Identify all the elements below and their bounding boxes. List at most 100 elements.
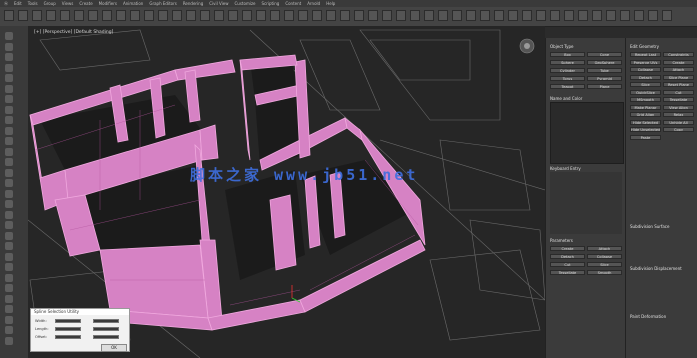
dialog-ok-button[interactable]: OK	[101, 344, 127, 352]
toolbar-button[interactable]	[340, 10, 350, 21]
toolbar-button[interactable]	[620, 10, 630, 21]
object-type-button[interactable]: Torus	[550, 76, 585, 81]
toolbar-button[interactable]	[102, 10, 112, 21]
edit-poly-button[interactable]: Detach	[550, 254, 585, 259]
tool-icon[interactable]	[5, 305, 13, 313]
toolbar-button[interactable]	[200, 10, 210, 21]
dialog-field[interactable]	[93, 335, 119, 339]
tool-icon[interactable]	[5, 273, 13, 282]
edit-geometry-button[interactable]: Detach	[630, 74, 661, 80]
edit-geometry-button[interactable]: Slice	[630, 82, 661, 87]
tool-icon[interactable]	[5, 95, 13, 103]
edit-geometry-button[interactable]: Collapse	[630, 67, 661, 72]
edit-geometry-button[interactable]: Preserve UVs	[630, 59, 661, 65]
viewport-label[interactable]: [+] [Perspective] [Default Shading]	[34, 30, 113, 35]
menu-item[interactable]: Animation	[123, 1, 143, 6]
menu-item[interactable]: Graph Editors	[149, 1, 176, 6]
edit-geometry-button[interactable]: Repeat Last	[630, 52, 661, 57]
object-type-button[interactable]: Sphere	[550, 60, 585, 65]
tool-icon[interactable]	[5, 74, 13, 82]
tool-icon[interactable]	[5, 326, 13, 334]
toolbar-button[interactable]	[354, 10, 364, 21]
menu-item[interactable]: Help	[326, 1, 335, 6]
edit-poly-button[interactable]: Attach	[587, 246, 622, 251]
object-type-button[interactable]: Tube	[587, 68, 622, 73]
tool-icon[interactable]	[5, 221, 13, 229]
tool-icon[interactable]	[5, 168, 13, 177]
toolbar-button[interactable]	[522, 10, 532, 21]
toolbar-button[interactable]	[508, 10, 518, 21]
edit-poly-button[interactable]: Collapse	[587, 254, 622, 259]
edit-geometry-button[interactable]: Make Planar	[630, 104, 661, 110]
object-type-button[interactable]: Plane	[587, 84, 622, 89]
edit-geometry-button[interactable]: Paste	[630, 134, 661, 140]
edit-geometry-button[interactable]: Tessellate	[663, 97, 694, 102]
transform-gizmo[interactable]	[291, 285, 301, 303]
object-type-button[interactable]: Box	[550, 52, 585, 57]
viewcube-icon[interactable]	[519, 38, 535, 54]
toolbar-button[interactable]	[242, 10, 252, 21]
menu-item[interactable]: Create	[79, 1, 92, 6]
toolbar-button[interactable]	[592, 10, 602, 21]
menu-item[interactable]: Edit	[14, 1, 22, 6]
dialog-field[interactable]	[93, 319, 119, 323]
toolbar-button[interactable]	[186, 10, 196, 21]
tool-icon[interactable]	[5, 126, 13, 135]
toolbar-button[interactable]	[564, 10, 574, 21]
edit-geometry-button[interactable]: Constraints	[663, 52, 694, 57]
object-type-button[interactable]: Cylinder	[550, 68, 585, 73]
edit-geometry-button[interactable]: QuickSlice	[630, 89, 661, 95]
toolbar-button[interactable]	[396, 10, 406, 21]
menu-item[interactable]: Content	[285, 1, 301, 6]
edit-geometry-button[interactable]: Unhide All	[663, 119, 694, 125]
toolbar-button[interactable]	[32, 10, 42, 21]
edit-geometry-button[interactable]: Grid Align	[630, 112, 661, 117]
tool-icon[interactable]	[5, 315, 13, 324]
tool-icon[interactable]	[5, 53, 13, 61]
edit-geometry-button[interactable]: MSmooth	[630, 97, 661, 102]
tool-icon[interactable]	[5, 63, 13, 72]
edit-geometry-button[interactable]: View Align	[663, 104, 694, 110]
toolbar-button[interactable]	[228, 10, 238, 21]
tool-icon[interactable]	[5, 32, 13, 40]
object-list[interactable]	[550, 102, 624, 164]
utility-dialog[interactable]: Spline Selection Utility Width: Length: …	[30, 308, 130, 352]
toolbar-button[interactable]	[368, 10, 378, 21]
edit-geometry-button[interactable]: Slice Plane	[663, 74, 694, 80]
menu-item[interactable]: Civil View	[209, 1, 228, 6]
menu-item[interactable]: Scripting	[262, 1, 280, 6]
dialog-field[interactable]	[55, 327, 81, 331]
toolbar-button[interactable]	[46, 10, 56, 21]
toolbar-button[interactable]	[410, 10, 420, 21]
toolbar-button[interactable]	[130, 10, 140, 21]
toolbar-button[interactable]	[214, 10, 224, 21]
edit-geometry-button[interactable]: Reset Plane	[663, 82, 694, 87]
toolbar-button[interactable]	[550, 10, 560, 21]
toolbar-button[interactable]	[74, 10, 84, 21]
toolbar-button[interactable]	[88, 10, 98, 21]
edit-geometry-button[interactable]: Attach	[663, 67, 694, 72]
toolbar-button[interactable]	[4, 10, 14, 21]
toolbar-button[interactable]	[172, 10, 182, 21]
toolbar-button[interactable]	[60, 10, 70, 21]
menu-item[interactable]: Group	[44, 1, 56, 6]
toolbar-button[interactable]	[480, 10, 490, 21]
toolbar-button[interactable]	[424, 10, 434, 21]
toolbar-button[interactable]	[662, 10, 672, 21]
object-type-button[interactable]: Teapot	[550, 84, 585, 89]
toolbar-button[interactable]	[116, 10, 126, 21]
toolbar-button[interactable]	[298, 10, 308, 21]
edit-poly-button[interactable]: Slice	[587, 262, 622, 267]
edit-poly-button[interactable]: Cut	[550, 262, 585, 267]
tool-icon[interactable]	[5, 158, 13, 166]
tool-icon[interactable]	[5, 42, 13, 51]
toolbar-button[interactable]	[382, 10, 392, 21]
toolbar-button[interactable]	[158, 10, 168, 21]
menu-item[interactable]: Arnold	[307, 1, 320, 6]
tool-icon[interactable]	[5, 116, 13, 124]
object-type-button[interactable]: GeoSphere	[587, 60, 622, 65]
toolbar-button[interactable]	[606, 10, 616, 21]
menu-item[interactable]: Customize	[235, 1, 256, 6]
tool-icon[interactable]	[5, 137, 13, 145]
dialog-field[interactable]	[55, 319, 81, 323]
